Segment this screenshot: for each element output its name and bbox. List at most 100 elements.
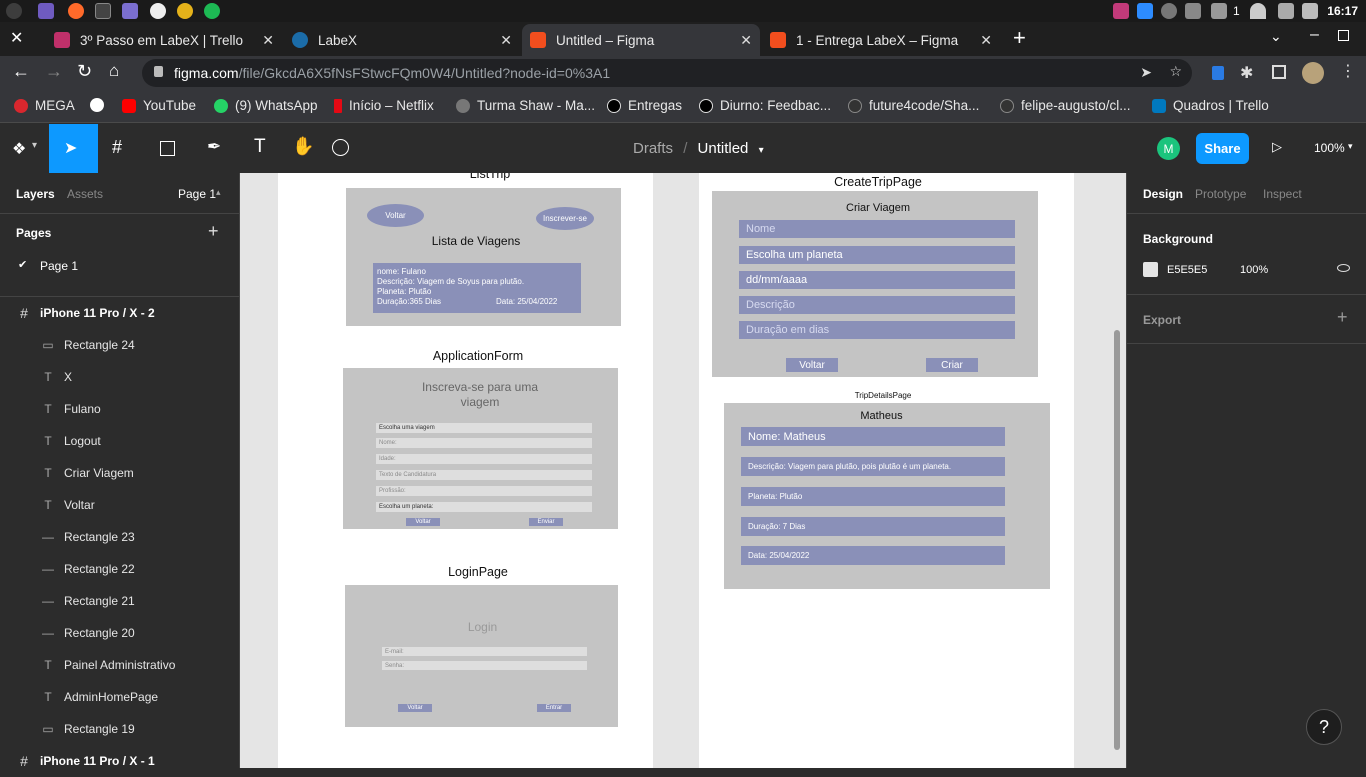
layer-row[interactable]: T AdminHomePage [0,681,240,713]
bookmark-mega[interactable]: MEGA [14,98,75,113]
reload-icon[interactable]: ↻ [77,61,92,82]
tab-assets[interactable]: Assets [67,187,103,201]
layer-row[interactable]: T Voltar [0,489,240,521]
login-entrar-button[interactable]: Entrar [537,704,571,712]
tripdetails-row-data[interactable]: Data: 25/04/2022 [741,546,1005,565]
maximize-icon[interactable] [1338,30,1349,41]
breadcrumb-file[interactable]: Untitled [698,140,749,157]
forward-icon[interactable]: → [45,61,63,82]
visibility-eye-icon[interactable] [1337,264,1350,272]
sidebar-icon[interactable] [1272,65,1286,79]
back-icon[interactable]: ← [12,61,30,82]
page-selector-chevron-icon[interactable]: ▴ [216,187,221,198]
terminal-icon[interactable] [95,3,111,19]
share-button[interactable]: Share [1196,133,1249,164]
tab-close-icon[interactable]: ✕ [262,32,274,49]
profile-avatar[interactable] [1302,62,1324,84]
minimize-icon[interactable]: – [1310,26,1319,44]
new-tab-icon[interactable]: + [1013,25,1026,51]
user-avatar[interactable]: M [1157,137,1180,160]
tab-entrega-figma[interactable]: 1 - Entrega LabeX – Figma ✕ [762,24,1000,56]
notification-icon[interactable] [1211,3,1227,19]
chrome-icon[interactable] [177,3,193,19]
createtrip-field-planeta[interactable]: Escolha um planeta [739,246,1015,264]
tripdetails-label[interactable]: TripDetailsPage [830,391,936,400]
layer-row[interactable]: ▭ Rectangle 19 [0,713,240,745]
firefox-icon[interactable] [68,3,84,19]
tab-inspect[interactable]: Inspect [1263,187,1302,201]
canvas-vertical-scrollbar[interactable] [1114,330,1120,750]
background-swatch[interactable] [1143,262,1158,277]
tab-search-chevron-icon[interactable]: ⌄ [1270,28,1282,45]
appform-label[interactable]: ApplicationForm [416,349,540,363]
appform-field-nome[interactable]: Nome: [376,438,592,448]
listtrip-mockup[interactable]: Voltar Inscrever-se Lista de Viagens nom… [346,188,621,326]
listtrip-trip-card[interactable]: nome: Fulano Descrição: Viagem de Soyus … [373,263,581,313]
createtrip-voltar-button[interactable]: Voltar [786,358,838,372]
layer-row[interactable]: — Rectangle 21 [0,585,240,617]
url-bar[interactable]: figma.com/file/GkcdA6X5fNsFStwcFQm0W4/Un… [142,59,1192,87]
login-email-field[interactable]: E-mail: [382,647,587,656]
menu-chevron-icon[interactable]: ▾ [32,140,37,151]
listtrip-inscrever-button[interactable]: Inscrever-se [536,207,594,230]
bookmark-future4code[interactable]: future4code/Sha... [848,98,979,113]
tab-prototype[interactable]: Prototype [1195,187,1246,201]
background-hex-input[interactable]: E5E5E5 [1167,264,1207,276]
present-play-icon[interactable]: ▷ [1272,139,1282,155]
layer-row[interactable]: T Painel Administrativo [0,649,240,681]
appform-field-idade[interactable]: Idade: [376,454,592,464]
appform-field-texto[interactable]: Texto de Candidatura [376,470,592,480]
send-tab-icon[interactable]: ➤ [1140,64,1152,81]
pen-tool-icon[interactable]: ✒ [207,137,221,157]
login-mockup[interactable]: Login E-mail: Senha: Voltar Entrar [345,585,618,727]
tripdetails-row-duracao[interactable]: Duração: 7 Dias [741,517,1005,536]
slack-tray-icon[interactable] [1113,3,1129,19]
text-tool-icon[interactable]: T [254,136,266,158]
tab-labex[interactable]: LabeX ✕ [284,24,520,56]
appform-enviar-button[interactable]: Enviar [529,518,563,526]
layer-row[interactable]: T Criar Viagem [0,457,240,489]
bookmark-globe[interactable] [90,98,111,112]
bookmark-felipe-augusto[interactable]: felipe-augusto/cl... [1000,98,1131,113]
spotify-icon[interactable] [204,3,220,19]
close-window-icon[interactable]: ✕ [10,28,23,48]
zoom-level[interactable]: 100% [1314,141,1345,155]
tab-design[interactable]: Design [1143,187,1183,201]
tripdetails-row-descricao[interactable]: Descrição: Viagem para plutão, pois plut… [741,457,1005,476]
tab-layers[interactable]: Layers [16,187,55,201]
login-senha-field[interactable]: Senha: [382,661,587,670]
volume-icon[interactable] [1302,3,1318,19]
layer-row[interactable]: # iPhone 11 Pro / X - 1 [0,745,240,777]
tab-close-icon[interactable]: ✕ [500,32,512,49]
shape-tool-icon[interactable] [160,141,175,156]
bookmark-turma-shaw[interactable]: Turma Shaw - Ma... [456,98,595,113]
layer-row[interactable]: — Rectangle 22 [0,553,240,585]
extensions-puzzle-icon[interactable]: ✱ [1240,63,1253,83]
bookmark-youtube[interactable]: YouTube [122,98,196,113]
createtrip-field-descricao[interactable]: Descrição [739,296,1015,314]
hand-tool-icon[interactable]: ✋ [292,136,314,157]
layer-row[interactable]: — Rectangle 23 [0,521,240,553]
page-selector[interactable]: Page 1 [178,187,216,201]
createtrip-field-duracao[interactable]: Duração em dias [739,321,1015,339]
layer-row[interactable]: T Logout [0,425,240,457]
help-button[interactable]: ? [1306,709,1342,745]
bookmark-entregas[interactable]: Entregas [607,98,682,113]
shield-icon[interactable] [1185,3,1201,19]
more-menu-icon[interactable]: ⋮ [1340,61,1356,81]
mint-menu-icon[interactable] [6,3,22,19]
tab-close-icon[interactable]: ✕ [980,32,992,49]
folder-icon[interactable] [122,3,138,19]
bookmark-trello[interactable]: Quadros | Trello [1152,98,1269,113]
background-opacity-input[interactable]: 100% [1240,264,1268,276]
appform-field-viagem[interactable]: Escolha uma viagem [376,423,592,433]
wifi-icon[interactable] [1250,3,1266,19]
bookmark-diurno[interactable]: Diurno: Feedbac... [699,98,831,113]
extension-pen-icon[interactable] [1212,66,1224,80]
clipboard-icon[interactable] [1278,3,1294,19]
comment-tool-icon[interactable] [332,139,349,156]
tab-untitled-figma[interactable]: Untitled – Figma ✕ [522,24,760,56]
bookmark-whatsapp[interactable]: (9) WhatsApp [214,98,318,113]
figma-canvas[interactable]: ListTrip Voltar Inscrever-se Lista de Vi… [240,173,1126,768]
createtrip-field-data[interactable]: dd/mm/aaaa [739,271,1015,289]
